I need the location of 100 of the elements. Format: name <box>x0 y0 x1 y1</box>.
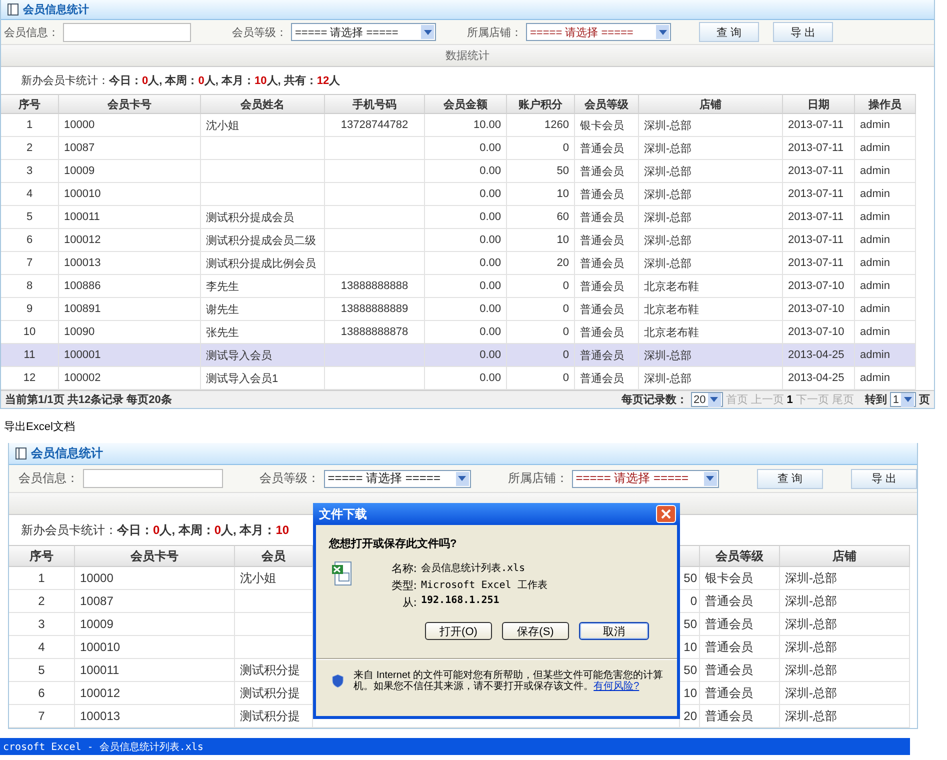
per-page-dropdown[interactable]: 20 <box>690 392 723 407</box>
goto-label: 转到 <box>864 392 887 407</box>
table-cell: 13888888888 <box>325 275 425 298</box>
table-cell: 银卡会员 <box>700 567 780 590</box>
table-cell: 北京老布鞋 <box>639 298 783 321</box>
table-cell: admin <box>855 298 916 321</box>
filter-label: 所属店铺： <box>506 470 569 487</box>
table-cell: 11 <box>1 344 59 367</box>
risk-link[interactable]: 有何风险? <box>594 681 640 692</box>
filter-label: 会员信息： <box>18 470 80 487</box>
table-cell: 普通会员 <box>575 321 639 344</box>
table-cell: 普通会员 <box>700 590 780 613</box>
query-button[interactable]: 查 询 <box>699 22 759 42</box>
table-cell: 普通会员 <box>575 137 639 160</box>
window-title: crosoft Excel - 会员信息统计列表.xls <box>3 740 204 754</box>
spreadsheet-file-icon <box>331 561 353 587</box>
table-cell: 张先生 <box>201 321 325 344</box>
table-cell: 2013-07-11 <box>783 137 855 160</box>
caption-text: 导出Excel文档 <box>4 420 76 434</box>
dialog-button[interactable]: 打开(O) <box>425 622 492 640</box>
table-cell: 10087 <box>59 137 201 160</box>
table-cell: 测试积分提 <box>235 705 313 728</box>
panel-title: 会员信息统计 <box>31 445 103 462</box>
table-cell: 100010 <box>75 636 235 659</box>
table-cell: 深圳-总部 <box>780 659 910 682</box>
warning-text: 来自 Internet 的文件可能对您有所帮助，但某些文件可能危害您的计算机。如果您不信任其来源，请不要打开或保存该文件。有何风险? <box>354 670 664 692</box>
table-cell: 100012 <box>59 229 201 252</box>
table-cell: 5 <box>9 659 75 682</box>
query-button[interactable]: 查 询 <box>756 468 823 488</box>
dialog-question: 您想打开或保存此文件吗? <box>329 536 458 551</box>
close-button[interactable] <box>656 505 676 523</box>
table-cell: 13728744782 <box>325 114 425 137</box>
table-cell: 深圳-总部 <box>639 137 783 160</box>
table-cell: 8 <box>1 275 59 298</box>
table-cell: admin <box>855 367 916 390</box>
panel-title: 会员信息统计 <box>23 2 89 17</box>
table-cell: 测试积分提成会员 <box>201 206 325 229</box>
export-button[interactable]: 导 出 <box>773 22 833 42</box>
table-cell: 0 <box>507 137 575 160</box>
column-header: 会员卡号 <box>59 94 201 114</box>
table-cell: 2013-07-10 <box>783 321 855 344</box>
dialog-button[interactable]: 保存(S) <box>502 622 569 640</box>
table-cell: 深圳-总部 <box>639 229 783 252</box>
table-cell: admin <box>855 252 916 275</box>
page-info: 当前第1/1页 共12条记录 每页20条 <box>5 392 172 407</box>
filter-dropdown[interactable]: ===== 请选择 ===== <box>526 23 671 41</box>
column-header: 日期 <box>783 94 855 114</box>
filter-dropdown[interactable]: ===== 请选择 ===== <box>291 23 436 41</box>
table-cell: admin <box>855 206 916 229</box>
table-cell: 测试积分提 <box>235 659 313 682</box>
pager-link[interactable]: 1 <box>786 394 793 406</box>
table-cell: 100011 <box>75 659 235 682</box>
table-cell: 100891 <box>59 298 201 321</box>
table-cell: 测试积分提成比例会员 <box>201 252 325 275</box>
table-cell: 100012 <box>75 682 235 705</box>
column-header: 序号 <box>9 545 75 567</box>
filter-label: 会员等级： <box>231 26 288 40</box>
table-cell: 10 <box>680 682 700 705</box>
table-cell: 60 <box>507 206 575 229</box>
filter-dropdown[interactable]: ===== 请选择 ===== <box>572 470 719 488</box>
table-cell: 100001 <box>59 344 201 367</box>
table-cell: admin <box>855 321 916 344</box>
table-cell: 10 <box>1 321 59 344</box>
table-cell: 深圳-总部 <box>639 344 783 367</box>
goto-page-dropdown[interactable]: 1 <box>890 392 916 407</box>
table-cell: 100011 <box>59 206 201 229</box>
filter-label: 所属店铺： <box>466 26 523 40</box>
table-cell: 2 <box>9 590 75 613</box>
table-cell: 普通会员 <box>700 636 780 659</box>
table-cell: 谢先生 <box>201 298 325 321</box>
table-cell: 2013-07-10 <box>783 275 855 298</box>
summary-text: 新办会员卡统计：今日：0人, 本周：0人, 本月：10 <box>21 522 290 538</box>
table-cell: 0.00 <box>425 183 507 206</box>
table-cell: 2013-07-11 <box>783 160 855 183</box>
table-cell: 普通会员 <box>575 344 639 367</box>
table-cell: 深圳-总部 <box>639 367 783 390</box>
table-cell: 12 <box>1 367 59 390</box>
table-cell: 北京老布鞋 <box>639 275 783 298</box>
table-cell: 普通会员 <box>575 160 639 183</box>
dialog-button[interactable]: 取消 <box>579 622 649 640</box>
table-cell: 0 <box>507 344 575 367</box>
page-unit: 页 <box>919 393 930 407</box>
table-cell: 50 <box>680 567 700 590</box>
filter-dropdown[interactable]: ===== 请选择 ===== <box>324 470 471 488</box>
table-cell: 银卡会员 <box>575 114 639 137</box>
table-cell: 深圳-总部 <box>780 567 910 590</box>
table-cell: 1260 <box>507 114 575 137</box>
table-cell: 0.00 <box>425 252 507 275</box>
table-cell: 0.00 <box>425 321 507 344</box>
table-cell: 2013-07-11 <box>783 252 855 275</box>
summary-text: 新办会员卡统计：今日：0人, 本周：0人, 本月：10人, 共有：12人 <box>21 74 340 88</box>
table-cell: 沈小姐 <box>201 114 325 137</box>
table-cell: 普通会员 <box>575 206 639 229</box>
table-cell: 深圳-总部 <box>780 613 910 636</box>
column-header: 店铺 <box>780 545 910 567</box>
member-info-field[interactable] <box>63 22 191 42</box>
member-info-field[interactable] <box>82 469 223 488</box>
export-button[interactable]: 导 出 <box>850 468 918 488</box>
table-cell: admin <box>855 275 916 298</box>
table-cell: 深圳-总部 <box>780 705 910 728</box>
